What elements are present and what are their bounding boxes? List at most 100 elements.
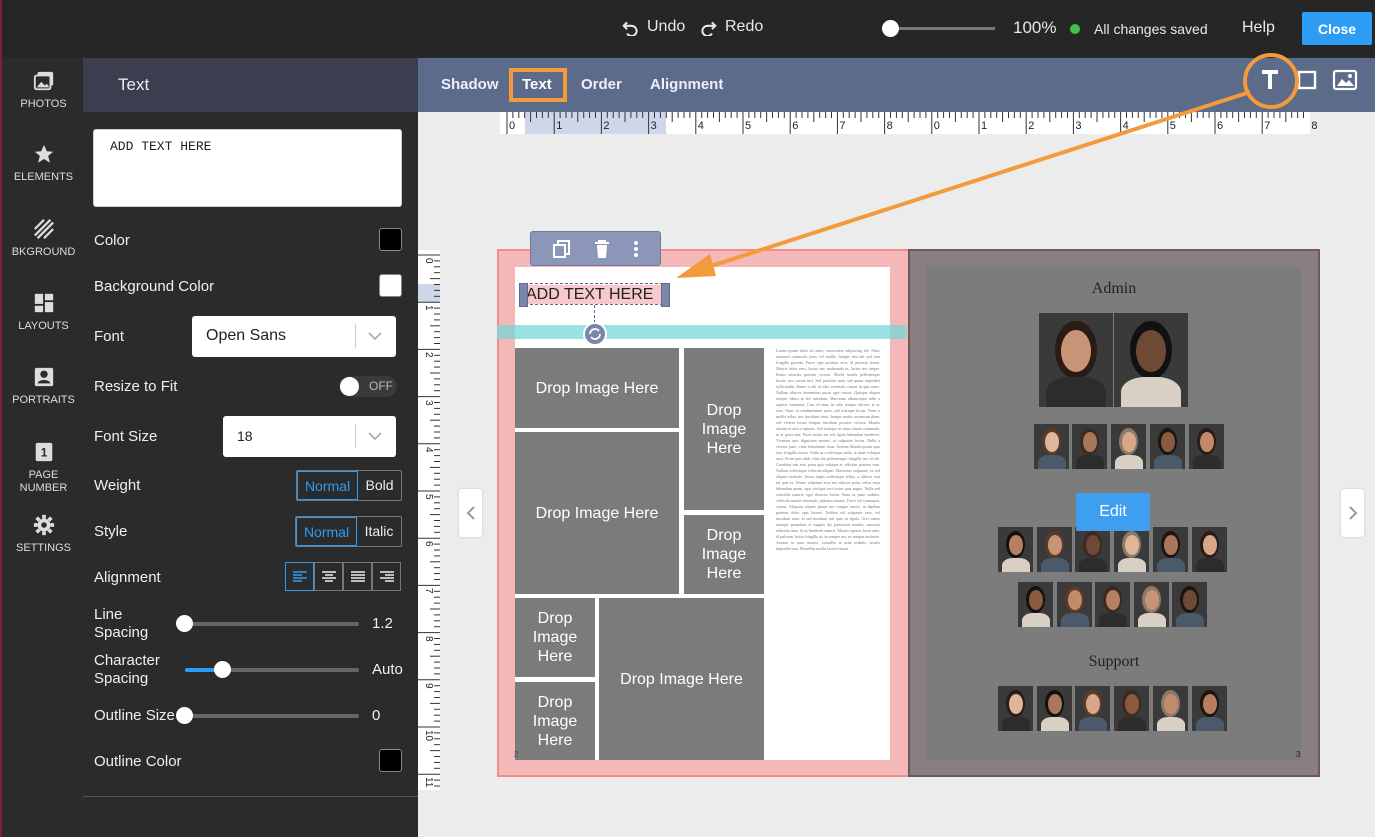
- portrait-photo[interactable]: [1095, 582, 1130, 627]
- portrait-face: [1124, 694, 1139, 715]
- portrait-photo[interactable]: [998, 686, 1033, 731]
- ruler-label: 8: [423, 635, 434, 642]
- line-spacing-slider[interactable]: [185, 622, 359, 626]
- portrait-photo[interactable]: [1075, 686, 1110, 731]
- left-nav: PHOTOS ELEMENTS BKGROUND LAYOUTS PORTRAI…: [0, 58, 83, 837]
- portrait-photo[interactable]: [1134, 582, 1169, 627]
- nav-background[interactable]: BKGROUND: [2, 218, 85, 259]
- more-options-icon[interactable]: [633, 240, 639, 258]
- nav-settings[interactable]: SETTINGS: [2, 514, 85, 555]
- zoom-slider-handle[interactable]: [882, 20, 899, 37]
- redo-button[interactable]: Redo: [700, 18, 763, 36]
- outline-size-slider[interactable]: [185, 714, 359, 718]
- portrait-face: [1144, 590, 1159, 611]
- portrait-photo[interactable]: [1153, 686, 1188, 731]
- portrait-photo[interactable]: [1037, 527, 1072, 572]
- image-drop-zone[interactable]: Drop Image Here: [684, 348, 764, 510]
- portrait-face: [1028, 590, 1043, 611]
- portrait-photo[interactable]: [1034, 424, 1069, 469]
- font-select[interactable]: Open Sans: [192, 316, 396, 357]
- image-drop-zone[interactable]: Drop Image Here: [515, 432, 679, 594]
- portrait-photo[interactable]: [1057, 582, 1092, 627]
- rotate-handle[interactable]: [583, 322, 607, 346]
- tab-shadow[interactable]: Shadow: [441, 76, 499, 93]
- nav-elements[interactable]: ELEMENTS: [2, 143, 85, 184]
- layouts-icon: [34, 293, 53, 313]
- outline-color-swatch[interactable]: [379, 749, 402, 772]
- nav-portraits[interactable]: PORTRAITS: [2, 366, 85, 407]
- align-right-button[interactable]: [372, 562, 401, 591]
- previous-page-button[interactable]: [459, 489, 482, 537]
- image-drop-zone[interactable]: Drop Image Here: [515, 598, 595, 677]
- resize-to-fit-label: Resize to Fit: [94, 378, 178, 395]
- portrait-shoulders: [1040, 557, 1069, 572]
- portrait-photo[interactable]: [1153, 527, 1188, 572]
- admin-heading[interactable]: Admin: [1064, 280, 1164, 298]
- rotate-icon: [589, 328, 601, 340]
- portrait-photo[interactable]: [1150, 424, 1185, 469]
- portrait-photo[interactable]: [1172, 582, 1207, 627]
- weight-toggle-group: Normal Bold: [296, 470, 402, 501]
- nav-layouts[interactable]: LAYOUTS: [2, 292, 85, 333]
- weight-bold-button[interactable]: Bold: [358, 471, 401, 500]
- image-drop-zone[interactable]: Drop Image Here: [599, 598, 764, 760]
- portrait-photo[interactable]: [1114, 313, 1188, 407]
- resize-handle-left[interactable]: [519, 283, 528, 307]
- portrait-photo[interactable]: [1075, 527, 1110, 572]
- portrait-photo[interactable]: [1114, 527, 1149, 572]
- duplicate-icon[interactable]: [552, 239, 572, 259]
- close-button[interactable]: Close: [1302, 12, 1372, 45]
- edit-portraits-button[interactable]: Edit: [1076, 493, 1150, 531]
- background-color-swatch[interactable]: [379, 274, 402, 297]
- align-left-button[interactable]: [285, 562, 314, 591]
- style-italic-button[interactable]: Italic: [357, 517, 401, 546]
- support-heading[interactable]: Support: [1064, 653, 1164, 671]
- undo-button[interactable]: Undo: [622, 18, 685, 36]
- outline-size-handle[interactable]: [176, 707, 193, 724]
- tab-alignment[interactable]: Alignment: [650, 76, 723, 93]
- trash-icon[interactable]: [593, 239, 611, 259]
- image-drop-zone[interactable]: Drop Image Here: [515, 682, 595, 760]
- portrait-photo[interactable]: [1114, 686, 1149, 731]
- outline-size-label: Outline Size: [94, 707, 175, 724]
- decorative-band[interactable]: [497, 325, 907, 339]
- portrait-photo[interactable]: [1192, 527, 1227, 572]
- weight-normal-button[interactable]: Normal: [297, 471, 358, 500]
- font-size-select[interactable]: 18: [223, 416, 396, 457]
- help-link[interactable]: Help: [1242, 19, 1275, 37]
- vertical-ruler: 0 1 2 3 4 5 6 7 8 9 10 11: [418, 250, 440, 790]
- image-drop-zone[interactable]: Drop Image Here: [684, 515, 764, 594]
- image-drop-zone[interactable]: Drop Image Here: [515, 348, 679, 428]
- portrait-face: [1136, 329, 1166, 373]
- align-justify-button[interactable]: [343, 562, 372, 591]
- add-image-icon[interactable]: [1332, 69, 1358, 91]
- ruler-label: 6: [1217, 120, 1224, 132]
- ruler-label: 4: [697, 120, 704, 132]
- portrait-photo[interactable]: [1192, 686, 1227, 731]
- weight-label: Weight: [94, 477, 141, 494]
- nav-page-number[interactable]: 1 PAGE NUMBER: [2, 441, 85, 495]
- portrait-photo[interactable]: [1018, 582, 1053, 627]
- line-spacing-handle[interactable]: [176, 615, 193, 632]
- resize-to-fit-toggle[interactable]: OFF: [339, 376, 397, 397]
- next-page-button[interactable]: [1341, 489, 1364, 537]
- portrait-photo[interactable]: [1037, 686, 1072, 731]
- nav-photos[interactable]: PHOTOS: [2, 70, 85, 111]
- portrait-photo[interactable]: [998, 527, 1033, 572]
- color-swatch[interactable]: [379, 228, 402, 251]
- portrait-photo[interactable]: [1072, 424, 1107, 469]
- resize-handle-right[interactable]: [661, 283, 670, 307]
- body-text-block[interactable]: Lorem ipsum dolor sit amet, consectetur …: [776, 348, 880, 753]
- portrait-shoulders: [1001, 716, 1030, 731]
- portrait-photo[interactable]: [1189, 424, 1224, 469]
- portrait-face: [1047, 694, 1062, 715]
- toggle-knob: [340, 377, 359, 396]
- portrait-photo[interactable]: [1039, 313, 1113, 407]
- character-spacing-handle[interactable]: [214, 661, 231, 678]
- tab-order[interactable]: Order: [581, 76, 622, 93]
- align-center-button[interactable]: [314, 562, 343, 591]
- portrait-photo[interactable]: [1111, 424, 1146, 469]
- text-content-input[interactable]: ADD TEXT HERE: [93, 129, 402, 207]
- style-normal-button[interactable]: Normal: [296, 517, 357, 546]
- add-shape-icon[interactable]: [1297, 70, 1317, 90]
